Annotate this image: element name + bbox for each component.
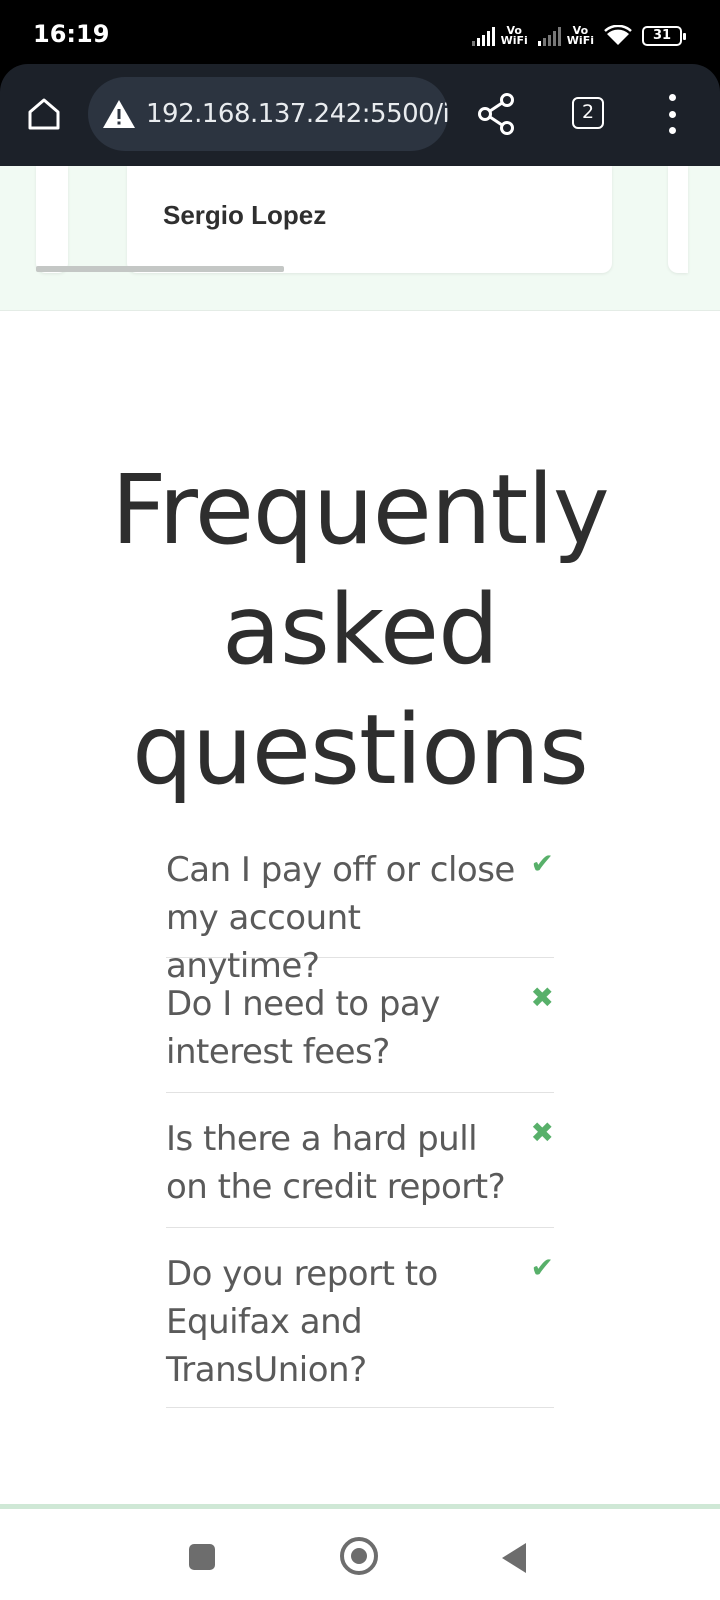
faq-item[interactable]: Can I pay off or close my account anytim… <box>166 846 554 986</box>
testimonial-section: Sergio Lopez <box>0 166 720 311</box>
faq-item[interactable]: Is there a hard pull on the credit repor… <box>166 1093 554 1228</box>
testimonial-card <box>36 166 68 273</box>
home-circle-icon[interactable] <box>340 1537 378 1575</box>
battery-icon: 31 <box>642 26 686 46</box>
check-icon: ✔ <box>530 848 554 879</box>
browser-toolbar: 192.168.137.242:5500/i 2 <box>0 64 720 166</box>
tabs-icon[interactable]: 2 <box>572 97 604 129</box>
faq-question[interactable]: Do you report to Equifax and TransUnion? <box>166 1250 554 1394</box>
signal-icon: Vo WiFi <box>537 24 594 47</box>
signal-icon: Vo WiFi <box>471 24 528 47</box>
cross-icon: ✖ <box>530 982 554 1013</box>
carousel-scrollbar-thumb[interactable] <box>36 266 284 272</box>
check-icon: ✔ <box>530 1252 554 1283</box>
faq-item[interactable]: Do you report to Equifax and TransUnion?… <box>166 1228 554 1408</box>
warning-icon[interactable] <box>102 99 136 129</box>
status-time: 16:19 <box>33 20 110 48</box>
faq-question[interactable]: Is there a hard pull on the credit repor… <box>166 1115 554 1211</box>
faq-item[interactable]: Do I need to pay interest fees? ✖ <box>166 958 554 1093</box>
faq-list: Can I pay off or close my account anytim… <box>166 846 554 1408</box>
vowifi-label: Vo WiFi <box>566 24 594 47</box>
recent-apps-icon[interactable] <box>189 1544 215 1570</box>
carousel-scrollbar[interactable] <box>36 266 684 272</box>
address-bar[interactable]: 192.168.137.242:5500/i <box>88 77 448 151</box>
wifi-icon <box>604 25 632 45</box>
vowifi-label: Vo WiFi <box>500 24 528 47</box>
faq-question[interactable]: Do I need to pay interest fees? <box>166 980 554 1076</box>
home-icon[interactable] <box>24 94 64 134</box>
status-bar: 16:19 Vo WiFi Vo WiFi 31 <box>0 0 720 64</box>
url-text[interactable]: 192.168.137.242:5500/i <box>146 99 448 129</box>
share-icon[interactable] <box>476 92 516 136</box>
testimonial-card: Sergio Lopez <box>127 166 612 273</box>
back-icon[interactable] <box>502 1543 526 1573</box>
faq-title: Frequently asked questions <box>111 454 609 806</box>
cross-icon: ✖ <box>530 1117 554 1148</box>
status-indicators: Vo WiFi Vo WiFi 31 <box>471 20 686 52</box>
testimonial-card <box>668 166 688 273</box>
more-vertical-icon[interactable] <box>664 94 680 134</box>
testimonial-author: Sergio Lopez <box>163 200 327 230</box>
system-nav-bar <box>0 1509 720 1600</box>
